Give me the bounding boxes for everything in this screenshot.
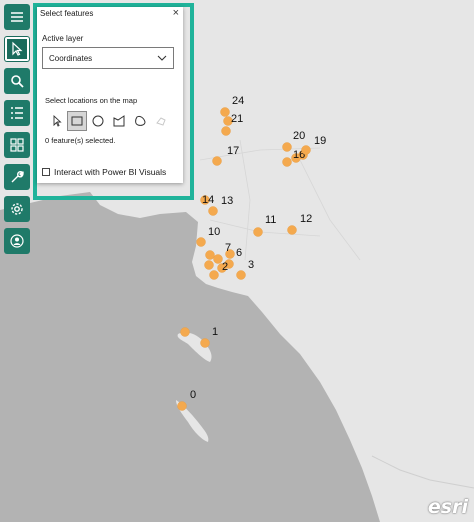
menu-button[interactable] bbox=[4, 4, 30, 30]
active-layer-label: Active layer bbox=[42, 34, 84, 43]
select-button[interactable] bbox=[4, 36, 30, 62]
user-icon bbox=[10, 234, 24, 248]
chevron-down-icon bbox=[157, 55, 167, 61]
circle-tool-button[interactable] bbox=[88, 111, 108, 131]
map-point-label: 6 bbox=[236, 247, 242, 259]
map-point-13[interactable] bbox=[208, 206, 218, 216]
map-point-12[interactable] bbox=[287, 225, 297, 235]
rectangle-icon bbox=[71, 116, 83, 126]
map-point-17[interactable] bbox=[212, 156, 222, 166]
map-point-label: 20 bbox=[293, 130, 305, 142]
cursor-icon bbox=[12, 41, 23, 56]
map-point-label: 0 bbox=[190, 389, 196, 401]
map-point-label: 24 bbox=[232, 95, 244, 107]
close-icon[interactable]: × bbox=[173, 7, 179, 19]
map-point-19[interactable] bbox=[301, 145, 311, 155]
map-point-11[interactable] bbox=[253, 227, 263, 237]
select-features-panel: Select features × Active layer Coordinat… bbox=[37, 7, 183, 183]
map-point-unlabeled[interactable] bbox=[221, 126, 231, 136]
lasso-icon bbox=[113, 115, 125, 127]
grid-icon bbox=[10, 138, 24, 152]
account-button[interactable] bbox=[4, 228, 30, 254]
map-point-label: 12 bbox=[300, 213, 312, 225]
map-point-label: 10 bbox=[208, 226, 220, 238]
interact-label: Interact with Power BI Visuals bbox=[54, 167, 167, 177]
feature-count-text: 0 feature(s) selected. bbox=[45, 136, 116, 145]
hamburger-icon bbox=[11, 12, 23, 22]
active-layer-dropdown[interactable]: Coordinates bbox=[42, 47, 174, 69]
map-point-unlabeled[interactable] bbox=[282, 157, 292, 167]
map-point-24[interactable] bbox=[220, 107, 230, 117]
map-point-3[interactable] bbox=[236, 270, 246, 280]
layers-list-button[interactable] bbox=[4, 100, 30, 126]
search-button[interactable] bbox=[4, 68, 30, 94]
map-point-1[interactable] bbox=[200, 338, 210, 348]
reference-layer-tool-button[interactable] bbox=[151, 111, 171, 131]
interact-with-visuals-option[interactable]: Interact with Power BI Visuals bbox=[42, 167, 166, 177]
basemap-gallery-button[interactable] bbox=[4, 132, 30, 158]
selection-shape-toolbar bbox=[47, 111, 175, 131]
wrench-icon bbox=[11, 171, 24, 183]
panel-title: Select features bbox=[40, 9, 94, 18]
map-point-unlabeled[interactable] bbox=[209, 270, 219, 280]
map-point-unlabeled[interactable] bbox=[204, 260, 214, 270]
map-point-unlabeled[interactable] bbox=[180, 327, 190, 337]
reference-layer-icon bbox=[156, 117, 166, 126]
map-point-label: 2 bbox=[222, 261, 228, 273]
map-point-0[interactable] bbox=[177, 401, 187, 411]
map-point-label: 13 bbox=[221, 195, 233, 207]
map-point-10[interactable] bbox=[196, 237, 206, 247]
pointer-tool-button[interactable] bbox=[47, 111, 67, 131]
polygon-icon bbox=[135, 115, 146, 126]
gear-icon bbox=[11, 203, 23, 215]
map-point-label: 19 bbox=[314, 135, 326, 147]
search-icon bbox=[11, 75, 24, 88]
rectangle-tool-button[interactable] bbox=[67, 111, 87, 131]
pointer-icon bbox=[53, 114, 62, 127]
map-point-label: 1 bbox=[212, 326, 218, 338]
map-point-label: 11 bbox=[265, 214, 276, 226]
map-point-label: 7 bbox=[225, 242, 231, 254]
map-point-label: 17 bbox=[227, 145, 239, 157]
polygon-tool-button[interactable] bbox=[130, 111, 150, 131]
list-icon bbox=[11, 107, 23, 119]
map-point-7[interactable] bbox=[213, 254, 223, 264]
map-point-label: 14 bbox=[202, 194, 214, 206]
analysis-tools-button[interactable] bbox=[4, 164, 30, 190]
select-locations-label: Select locations on the map bbox=[45, 96, 138, 105]
interact-checkbox[interactable] bbox=[42, 168, 50, 176]
map-point-20[interactable] bbox=[282, 142, 292, 152]
active-layer-value: Coordinates bbox=[49, 53, 93, 63]
lasso-tool-button[interactable] bbox=[109, 111, 129, 131]
map-point-unlabeled[interactable] bbox=[205, 250, 215, 260]
map-point-label: 21 bbox=[231, 113, 243, 125]
circle-icon bbox=[92, 115, 104, 127]
settings-button[interactable] bbox=[4, 196, 30, 222]
map-point-label: 3 bbox=[248, 259, 254, 271]
esri-logo: esri bbox=[427, 496, 468, 518]
